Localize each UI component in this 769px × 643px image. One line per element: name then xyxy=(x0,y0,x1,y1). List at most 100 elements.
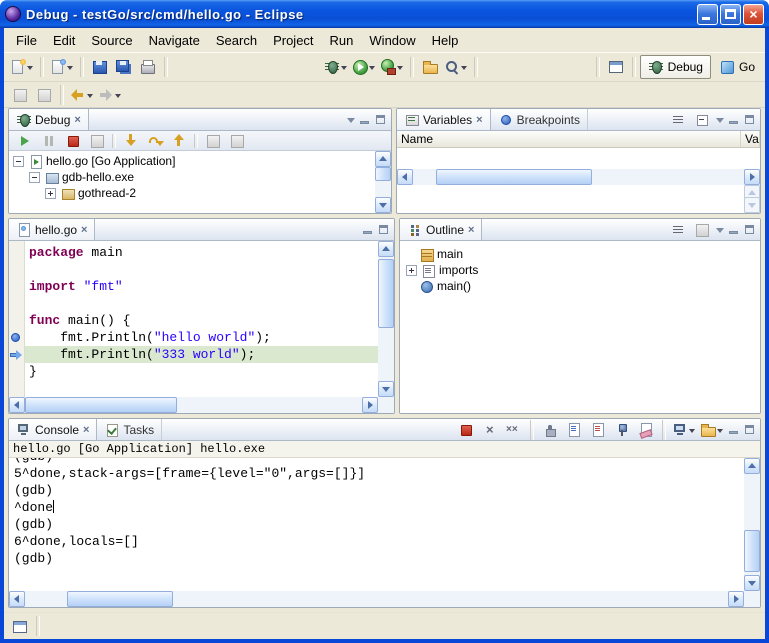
dropdown-arrow-icon[interactable] xyxy=(86,88,94,102)
scrollbar-thumb[interactable] xyxy=(744,530,760,572)
outline-item[interactable]: imports xyxy=(400,262,760,278)
minimize-view-button[interactable] xyxy=(726,222,742,237)
console-titlebar[interactable]: Console×Tasks xyxy=(9,419,760,441)
close-tab-icon[interactable]: × xyxy=(476,113,482,127)
tab-console[interactable]: Console× xyxy=(9,419,97,440)
display-console-button[interactable] xyxy=(670,420,698,440)
dropdown-arrow-icon[interactable] xyxy=(396,60,404,74)
prev-annotation-button[interactable] xyxy=(8,83,32,107)
open-console-button[interactable] xyxy=(698,420,726,440)
outline-item[interactable]: main xyxy=(400,246,760,262)
search-button[interactable] xyxy=(442,55,470,79)
clear-button[interactable] xyxy=(634,420,658,440)
perspective-debug-button[interactable]: Debug xyxy=(640,55,711,79)
menu-run[interactable]: Run xyxy=(322,30,362,51)
debug-tree-item[interactable]: gothread-2 xyxy=(9,185,375,201)
maximize-view-button[interactable] xyxy=(742,222,758,237)
tab-outline[interactable]: Outline × xyxy=(400,219,482,240)
dropdown-arrow-icon[interactable] xyxy=(716,423,724,437)
column-name[interactable]: Name xyxy=(397,131,741,147)
open-folder-button[interactable] xyxy=(418,55,442,79)
link-editor-button[interactable] xyxy=(690,220,714,240)
drop-frame-button[interactable] xyxy=(201,131,225,151)
scroll-lock-button[interactable] xyxy=(538,420,562,440)
debug-button[interactable] xyxy=(322,55,350,79)
close-tab-icon[interactable]: × xyxy=(83,423,89,437)
tab-tasks[interactable]: Tasks xyxy=(97,419,162,440)
open-perspective-button[interactable] xyxy=(604,55,628,79)
back-button[interactable] xyxy=(68,83,96,107)
annotation-ruler[interactable] xyxy=(9,241,25,397)
menu-search[interactable]: Search xyxy=(208,30,265,51)
save-button[interactable] xyxy=(88,55,112,79)
scroll-left-button[interactable] xyxy=(9,591,25,607)
print-button[interactable] xyxy=(136,55,160,79)
scroll-down-button[interactable] xyxy=(744,575,760,591)
editor-v-scrollbar[interactable] xyxy=(378,241,394,397)
scrollbar-thumb[interactable] xyxy=(67,591,172,607)
maximize-view-button[interactable] xyxy=(373,112,389,127)
tree-expander[interactable] xyxy=(406,265,417,276)
debug-tree-item[interactable]: hello.go [Go Application] xyxy=(9,153,375,169)
scroll-left-button[interactable] xyxy=(9,397,25,413)
outline-item[interactable]: main() xyxy=(400,278,760,294)
step-into-button[interactable] xyxy=(119,131,143,151)
pin-button[interactable] xyxy=(610,420,634,440)
dropdown-arrow-icon[interactable] xyxy=(368,60,376,74)
run-button[interactable] xyxy=(350,55,378,79)
tree-expander[interactable] xyxy=(29,172,40,183)
scroll-right-button[interactable] xyxy=(728,591,744,607)
terminate-button[interactable] xyxy=(61,131,85,151)
close-tab-icon[interactable]: × xyxy=(468,223,474,237)
menu-project[interactable]: Project xyxy=(265,30,321,51)
scroll-down-button[interactable] xyxy=(744,197,760,213)
perspective-go-button[interactable]: Go xyxy=(711,55,763,79)
suspend-button[interactable] xyxy=(37,131,61,151)
scrollbar-thumb[interactable] xyxy=(436,169,592,185)
minimize-view-button[interactable] xyxy=(726,112,742,127)
step-return-button[interactable] xyxy=(167,131,191,151)
scroll-up-button[interactable] xyxy=(744,458,760,474)
debug-view-titlebar[interactable]: Debug × xyxy=(9,109,391,131)
dropdown-arrow-icon[interactable] xyxy=(688,423,696,437)
minimize-view-button[interactable] xyxy=(360,222,376,237)
show-types-button[interactable] xyxy=(666,110,690,130)
new-go-button[interactable] xyxy=(48,55,76,79)
scroll-down-button[interactable] xyxy=(378,381,394,397)
menu-navigate[interactable]: Navigate xyxy=(141,30,208,51)
next-annotation-button[interactable] xyxy=(32,83,56,107)
sort-button[interactable] xyxy=(666,220,690,240)
dropdown-arrow-icon[interactable] xyxy=(460,60,468,74)
show-stderr-button[interactable] xyxy=(586,420,610,440)
scroll-up-button[interactable] xyxy=(378,241,394,257)
dropdown-arrow-icon[interactable] xyxy=(340,60,348,74)
view-menu-icon[interactable] xyxy=(714,222,726,237)
menu-file[interactable]: File xyxy=(8,30,45,51)
menu-edit[interactable]: Edit xyxy=(45,30,83,51)
debug-tree[interactable]: hello.go [Go Application]gdb-hello.exego… xyxy=(9,151,375,213)
minimize-button[interactable] xyxy=(697,4,718,25)
breakpoint-icon[interactable] xyxy=(11,333,20,342)
eclipse-app-icon[interactable] xyxy=(5,6,21,22)
debug-scrollbar[interactable] xyxy=(375,151,391,213)
maximize-view-button[interactable] xyxy=(376,222,392,237)
terminate-console-button[interactable] xyxy=(454,420,478,440)
menu-source[interactable]: Source xyxy=(83,30,140,51)
variables-detail-scrollbar[interactable] xyxy=(744,185,760,213)
save-all-button[interactable] xyxy=(112,55,136,79)
outline-tree[interactable]: mainimportsmain() xyxy=(400,241,760,413)
forward-button[interactable] xyxy=(96,83,124,107)
tab-debug[interactable]: Debug × xyxy=(9,109,89,130)
outline-titlebar[interactable]: Outline × xyxy=(400,219,760,241)
maximize-button[interactable] xyxy=(720,4,741,25)
tree-expander[interactable] xyxy=(13,156,24,167)
step-over-button[interactable] xyxy=(143,131,167,151)
scrollbar-thumb[interactable] xyxy=(378,259,394,327)
close-button[interactable]: × xyxy=(743,4,764,25)
scroll-up-button[interactable] xyxy=(375,151,391,167)
dropdown-arrow-icon[interactable] xyxy=(114,88,122,102)
console-output[interactable]: (gdb)5^done,stack-args=[frame={level="0"… xyxy=(10,458,744,591)
code-editor[interactable]: package mainimport "fmt"func main() { fm… xyxy=(25,241,378,397)
tab-breakpoints[interactable]: Breakpoints xyxy=(491,109,588,130)
menu-help[interactable]: Help xyxy=(424,30,467,51)
